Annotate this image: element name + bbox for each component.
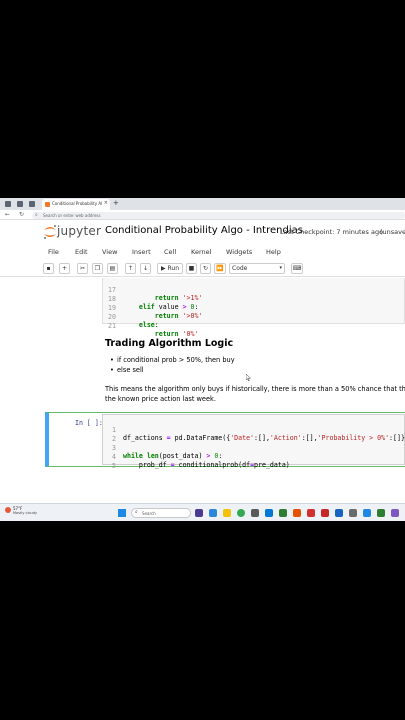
menu-edit[interactable]: Edit <box>75 248 88 256</box>
tab-actions-icon[interactable] <box>29 201 35 207</box>
app-icon[interactable] <box>307 509 315 517</box>
paste-icon[interactable]: ▤ <box>107 263 118 274</box>
restart-run-all-icon[interactable]: ⏩ <box>214 263 226 274</box>
code-line: 5 <box>103 454 143 470</box>
browser-tab-bar: Conditional Probability Algo - Intr × + <box>0 198 405 210</box>
input-prompt: In [ ]: <box>75 419 103 427</box>
new-tab-button[interactable]: + <box>113 199 119 207</box>
bullet-item: if conditional prob > 50%, then buy <box>110 356 235 364</box>
notebook-title[interactable]: Conditional Probability Algo - Intrendia… <box>105 225 303 236</box>
windows-taskbar: 57°F Mostly cloudy ⌕ Search <box>0 503 405 521</box>
code-text: return '0%' <box>154 330 199 338</box>
address-placeholder: Search or enter web address <box>43 213 101 218</box>
workspaces-icon[interactable] <box>17 201 23 207</box>
cell-type-value: Code <box>232 265 248 272</box>
menu-bar: File Edit View Insert Cell Kernel Widget… <box>0 244 405 260</box>
code-line: 18 elif value > 0: <box>103 287 198 311</box>
code-text: return '>1%' <box>154 294 203 302</box>
firefox-icon[interactable] <box>293 509 301 517</box>
app-icon[interactable] <box>349 509 357 517</box>
cut-icon[interactable]: ✂ <box>77 263 88 274</box>
code-line: 17 return '>1%' <box>103 278 202 302</box>
menu-insert[interactable]: Insert <box>132 248 151 256</box>
paragraph-line: This means the algorithm only buys if hi… <box>105 385 405 393</box>
move-down-icon[interactable]: ↓ <box>140 263 151 274</box>
cell-type-select[interactable]: Code ▾ <box>229 263 285 274</box>
markdown-paragraph: This means the algorithm only buys if hi… <box>105 384 405 404</box>
stop-icon[interactable]: ■ <box>186 263 197 274</box>
copy-icon[interactable]: ❐ <box>92 263 103 274</box>
bullet-item: else sell <box>110 366 144 374</box>
close-tab-icon[interactable]: × <box>104 200 108 206</box>
code-line: 2 <box>103 427 143 443</box>
menu-widgets[interactable]: Widgets <box>226 248 252 256</box>
menu-help[interactable]: Help <box>266 248 281 256</box>
menu-kernel[interactable]: Kernel <box>191 248 211 256</box>
code-text: df_actions = pd.DataFrame({'Date':[],'Ac… <box>123 434 405 442</box>
screen: Conditional Probability Algo - Intr × + … <box>0 198 405 521</box>
app-icon[interactable] <box>321 509 329 517</box>
code-line: 20 else: <box>103 305 159 329</box>
checkpoint-status: Last Checkpoint: 7 minutes ago <box>280 228 384 236</box>
menu-view[interactable]: View <box>102 248 117 256</box>
browser-tab[interactable]: Conditional Probability Algo - Intr × <box>42 199 110 210</box>
code-cell-selected[interactable]: In [ ]: 1 df_actions = pd.DataFrame({'Da… <box>45 412 405 470</box>
browser-menu-icon[interactable] <box>5 201 11 207</box>
search-icon: ⌕ <box>35 212 38 218</box>
insert-cell-icon[interactable]: + <box>59 263 70 274</box>
menu-file[interactable]: File <box>48 248 59 256</box>
code-text: prob_df = conditionalprob(df=pre_data) <box>123 461 290 469</box>
move-up-icon[interactable]: ↑ <box>125 263 136 274</box>
markdown-heading: Trading Algorithm Logic <box>105 338 234 349</box>
menu-cell[interactable]: Cell <box>164 248 176 256</box>
line-number: 5 <box>112 462 116 470</box>
refresh-icon[interactable]: ↻ <box>19 211 24 218</box>
line-number: 21 <box>108 322 116 330</box>
address-bar[interactable]: ⌕ Search or enter web address <box>32 212 405 219</box>
restart-icon[interactable]: ↻ <box>200 263 211 274</box>
back-arrow-icon[interactable]: ← <box>5 211 10 218</box>
chrome-icon[interactable] <box>237 509 245 517</box>
jupyter-logo-text[interactable]: jupyter <box>57 224 101 238</box>
app-icon[interactable] <box>335 509 343 517</box>
code-line: 3 while len(post_data) > 0: <box>103 436 222 460</box>
browser-tab-title: Conditional Probability Algo - Intr <box>52 201 102 206</box>
app-icon[interactable] <box>279 509 287 517</box>
windows-start-icon[interactable] <box>118 509 126 517</box>
code-text: return '>0%' <box>154 312 203 320</box>
mouse-cursor-icon <box>246 374 251 381</box>
taskbar-search[interactable]: ⌕ Search <box>131 508 191 518</box>
code-line: 21 return '0%' <box>103 314 198 338</box>
code-line: 19 return '>0%' <box>103 296 202 320</box>
file-explorer-icon[interactable] <box>223 509 231 517</box>
app-icon[interactable] <box>265 509 273 517</box>
paragraph-line: the known price action last week. <box>105 395 216 403</box>
jupyter-header: jupyter Conditional Probability Algo - I… <box>0 220 405 244</box>
run-button[interactable]: ▶ Run <box>157 263 183 274</box>
search-icon: ⌕ <box>135 509 138 515</box>
address-bar-row: ← ↻ ⌕ Search or enter web address <box>0 210 405 220</box>
taskbar-search-label: Search <box>142 511 156 516</box>
taskview-icon[interactable] <box>195 509 203 517</box>
app-icon[interactable] <box>377 509 385 517</box>
notebook-body: 17 return '>1%' 18 elif value > 0: 19 re… <box>0 278 405 501</box>
code-editor[interactable]: 1 df_actions = pd.DataFrame({'Date':[],'… <box>102 414 405 470</box>
save-icon[interactable]: ▪ <box>43 263 54 274</box>
run-label: Run <box>167 265 180 272</box>
app-icon[interactable] <box>251 509 259 517</box>
app-icon[interactable] <box>391 509 399 517</box>
command-palette-icon[interactable]: ⌨ <box>291 263 303 274</box>
jupyter-logo-icon[interactable] <box>42 224 58 240</box>
app-icon[interactable] <box>363 509 371 517</box>
code-line: 4 prob_df = conditionalprob(df=pre_data) <box>103 445 290 469</box>
chevron-down-icon: ▾ <box>279 265 282 271</box>
jupyter-favicon-icon <box>45 202 50 207</box>
weather-desc: Mostly cloudy <box>13 511 38 515</box>
notebook-toolbar: ▪ + ✂ ❐ ▤ ↑ ↓ ▶ Run ■ ↻ ⏩ Code ▾ ⌨ <box>0 260 405 277</box>
code-cell-previous[interactable]: 17 return '>1%' 18 elif value > 0: 19 re… <box>102 278 405 338</box>
code-line: 1 df_actions = pd.DataFrame({'Date':[],'… <box>103 418 405 442</box>
app-icon[interactable] <box>209 509 217 517</box>
weather-icon <box>5 507 11 513</box>
unsaved-status: (unsaved changes) <box>380 228 405 236</box>
